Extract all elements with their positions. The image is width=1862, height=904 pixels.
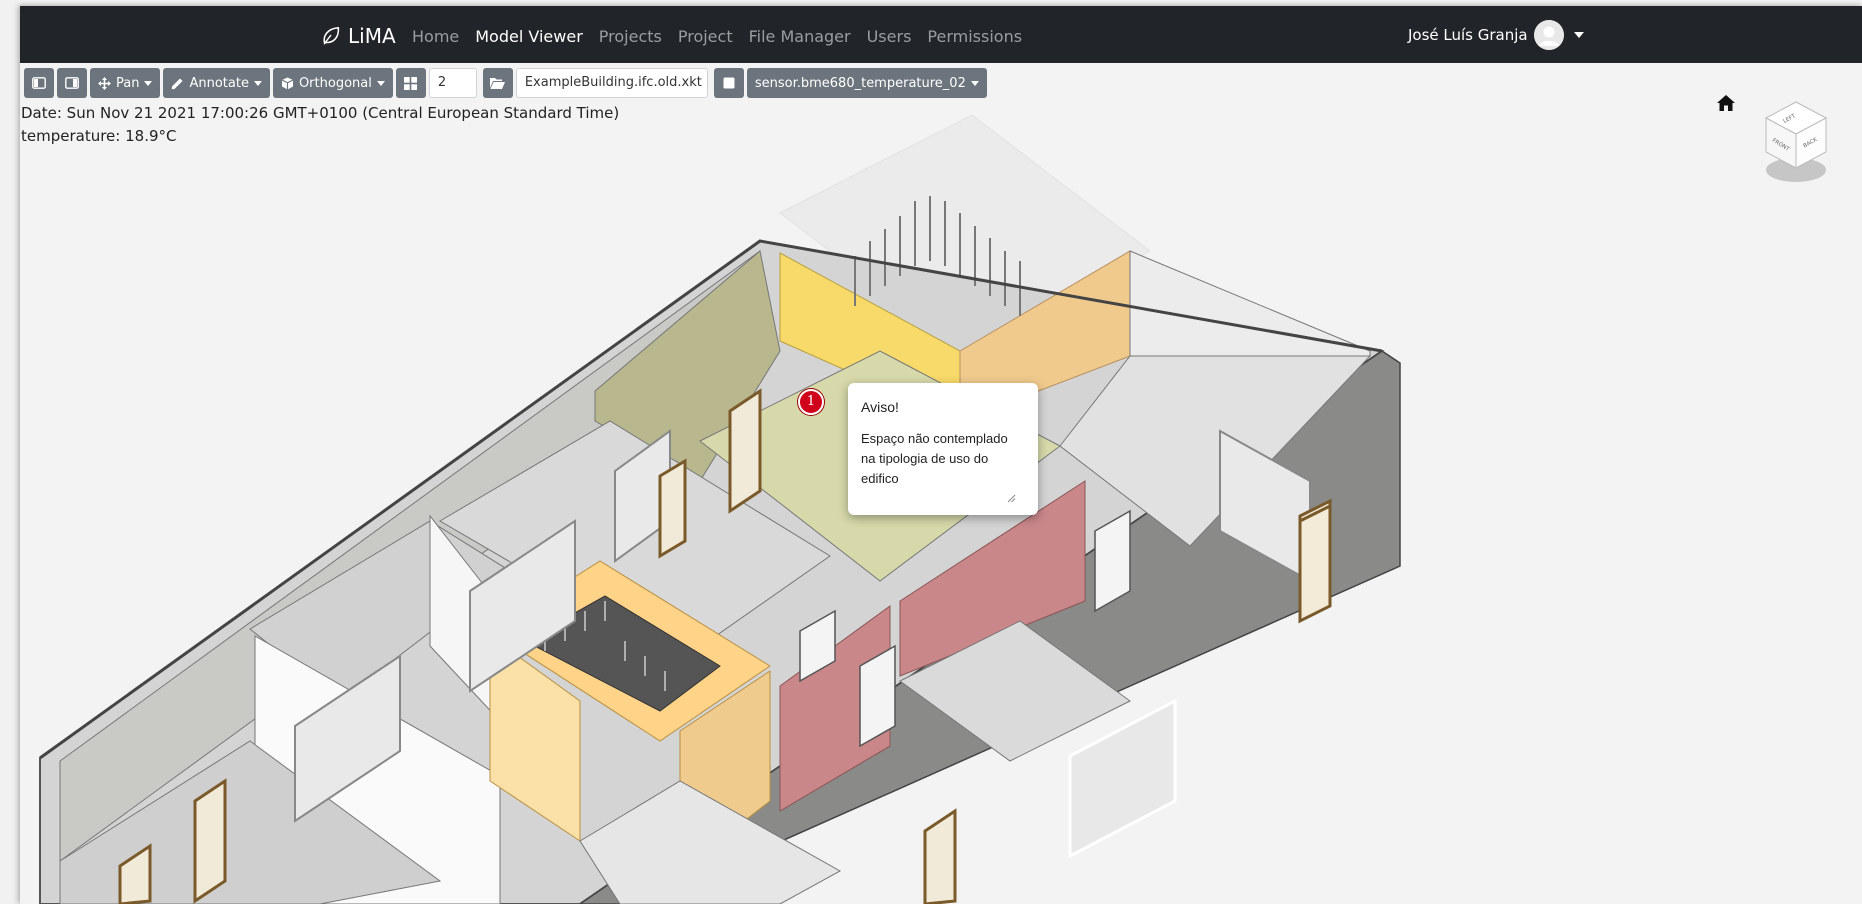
nav-cube[interactable]: LEFT FRONT BACK: [1760, 98, 1832, 188]
user-name: José Luís Granja: [1408, 26, 1528, 44]
chevron-down-icon: [144, 80, 153, 86]
pencil-icon: [172, 78, 183, 89]
open-file-button[interactable]: [482, 68, 513, 98]
pan-label: Pan: [116, 75, 140, 91]
navbar: LiMA Home Model Viewer Projects Project …: [20, 6, 1862, 63]
nav-link-permissions[interactable]: Permissions: [927, 27, 1022, 46]
chevron-down-icon: [1573, 32, 1584, 38]
chevron-down-icon: [970, 80, 979, 86]
brand-name: LiMA: [348, 24, 396, 48]
leaf-icon: [323, 26, 340, 45]
sensor-label: sensor.bme680_temperature_02: [754, 75, 966, 91]
chevron-down-icon: [376, 80, 385, 86]
chevron-down-icon: [253, 80, 262, 86]
annotation-popup: Aviso! Espaço não contemplado na tipolog…: [848, 383, 1038, 515]
projection-label: Orthogonal: [298, 75, 372, 91]
projection-dropdown[interactable]: Orthogonal: [272, 68, 393, 98]
door-frames-exterior: [1298, 503, 1332, 624]
toolbar: Pan Annotate Orthogonal 2 ExampleBuildin…: [24, 68, 987, 98]
right-panel-icon: [65, 77, 79, 89]
resize-grip-icon[interactable]: [1007, 494, 1016, 503]
nav-link-project[interactable]: Project: [678, 27, 733, 46]
file-name-input[interactable]: ExampleBuilding.ifc.old.xkt: [515, 68, 708, 98]
nav-link-projects[interactable]: Projects: [599, 27, 662, 46]
stop-button[interactable]: [713, 68, 744, 98]
move-arrows-icon: [98, 76, 111, 90]
toggle-left-panel-button[interactable]: [24, 68, 54, 98]
nav-links: Home Model Viewer Projects Project File …: [412, 27, 1022, 46]
brand[interactable]: LiMA: [320, 24, 396, 48]
grid-icon: [404, 76, 418, 90]
avatar: [1533, 20, 1564, 50]
square-icon: [723, 77, 735, 89]
toggle-right-panel-button[interactable]: [57, 68, 87, 98]
nav-link-home[interactable]: Home: [412, 27, 459, 46]
app-frame: LiMA Home Model Viewer Projects Project …: [20, 6, 1862, 904]
annotation-marker[interactable]: 1: [798, 389, 824, 415]
wall-right-room: [1129, 250, 1371, 357]
left-panel-icon: [32, 77, 46, 89]
pan-dropdown[interactable]: Pan: [90, 68, 161, 98]
home-icon[interactable]: [1716, 94, 1736, 112]
annotate-dropdown[interactable]: Annotate: [163, 68, 270, 98]
annotate-label: Annotate: [189, 75, 249, 91]
user-menu[interactable]: José Luís Granja: [1408, 20, 1584, 50]
user-avatar-icon: [1533, 20, 1564, 50]
storeys-button[interactable]: [395, 68, 426, 98]
storey-input[interactable]: 2: [428, 68, 477, 98]
nav-link-model-viewer[interactable]: Model Viewer: [475, 27, 583, 46]
windows-exterior: [1068, 698, 1177, 859]
cube-icon: [281, 77, 294, 89]
nav-link-file-manager[interactable]: File Manager: [749, 27, 851, 46]
sensor-dropdown[interactable]: sensor.bme680_temperature_02: [746, 68, 987, 98]
nav-link-users[interactable]: Users: [867, 27, 912, 46]
annotation-text[interactable]: Espaço não contemplado na tipologia de u…: [861, 429, 1021, 489]
annotation-title: Aviso!: [861, 399, 899, 415]
folder-open-icon: [490, 78, 506, 89]
